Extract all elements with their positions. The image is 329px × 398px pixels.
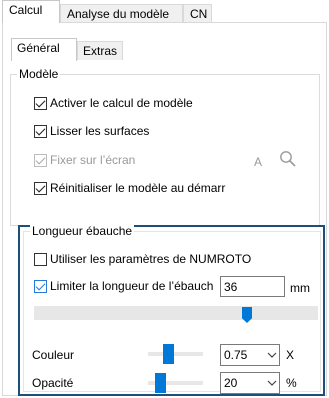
tab-cn-label: CN (190, 7, 208, 21)
activer-calcul-label: Activer le calcul de modèle (50, 96, 193, 110)
tab-analyse-label: Analyse du modèle (67, 7, 170, 21)
length-unit: mm (290, 281, 310, 295)
check-icon (34, 153, 47, 167)
length-input[interactable] (220, 276, 285, 297)
length-slider-thumb[interactable] (242, 307, 252, 323)
opacite-unit: % (286, 376, 297, 390)
tab-calcul-label: Calcul (9, 3, 43, 17)
chevron-down-icon (265, 373, 279, 393)
check-icon (34, 181, 47, 195)
modele-group: Modèle Activer le calcul de modèle Lisse… (10, 67, 320, 226)
numroto-label: Utiliser les paramètres de NUMROTO (50, 252, 252, 266)
longueur-group: Longueur ébauche Utiliser les paramètres… (23, 224, 321, 394)
modele-group-title: Modèle (17, 67, 61, 81)
tab-analyse-du-modele[interactable]: Analyse du modèle (60, 4, 183, 22)
tab-calcul[interactable]: Calcul (2, 0, 60, 23)
longueur-group-title: Longueur ébauche (30, 224, 135, 238)
tab-general[interactable]: Général (11, 38, 77, 61)
chevron-down-icon (265, 345, 279, 365)
tab-extras[interactable]: Extras (77, 41, 123, 60)
search-icon[interactable] (279, 150, 297, 171)
opacite-select[interactable]: 20 (220, 372, 280, 394)
opacite-slider-thumb[interactable] (155, 373, 166, 393)
check-icon (34, 124, 47, 138)
reinitialiser-label: Réinitialiser le modèle au démarr (50, 181, 226, 195)
couleur-slider-thumb[interactable] (163, 344, 174, 364)
calcul-panel: Général Extras Modèle Activer le calcul … (2, 22, 327, 396)
couleur-slider[interactable] (148, 344, 203, 364)
reinitialiser-checkbox[interactable]: Réinitialiser le modèle au démarr (34, 181, 225, 195)
limiter-longueur-checkbox[interactable]: Limiter la longueur de l’ébauch (34, 279, 213, 293)
couleur-select-value: 0.75 (224, 348, 248, 362)
tab-cn[interactable]: CN (183, 4, 212, 22)
lisser-surfaces-checkbox[interactable]: Lisser les surfaces (34, 124, 149, 138)
length-slider[interactable] (34, 306, 318, 323)
numroto-checkbox[interactable]: Utiliser les paramètres de NUMROTO (34, 252, 251, 266)
fixer-ecran-label: Fixer sur l’écran (50, 153, 136, 167)
check-icon (34, 96, 47, 110)
sub-tab-bar: Général Extras (11, 38, 311, 61)
opacite-slider[interactable] (148, 373, 203, 393)
check-icon (34, 279, 47, 293)
opacite-label: Opacité (32, 376, 74, 390)
couleur-unit: X (286, 348, 295, 362)
limiter-longueur-label: Limiter la longueur de l’ébauch (50, 279, 214, 293)
couleur-label: Couleur (32, 348, 75, 362)
fixer-letter-a: A (254, 155, 263, 169)
opacite-select-value: 20 (224, 376, 238, 390)
lisser-surfaces-label: Lisser les surfaces (50, 124, 150, 138)
couleur-select[interactable]: 0.75 (220, 344, 280, 366)
fixer-ecran-checkbox[interactable]: Fixer sur l’écran (34, 153, 135, 167)
checkbox-box (34, 252, 47, 266)
tab-general-label: Général (17, 41, 60, 55)
main-tab-bar: Calcul Analyse du modèle CN (0, 0, 329, 23)
tab-extras-label: Extras (83, 44, 118, 58)
activer-calcul-checkbox[interactable]: Activer le calcul de modèle (34, 96, 193, 110)
